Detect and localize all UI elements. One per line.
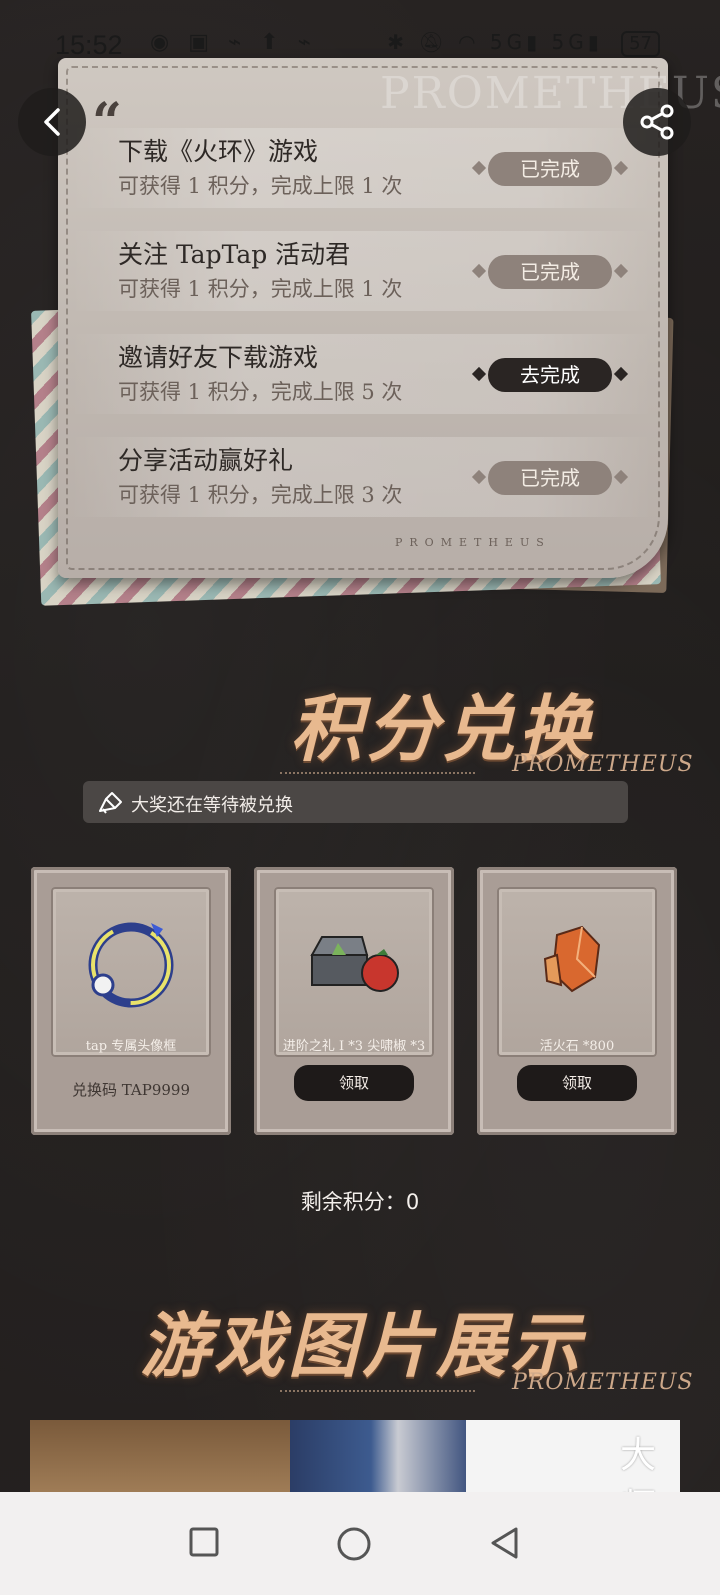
reward-frame: tap 专属头像框 — [51, 887, 211, 1057]
signal-icon: ▮ — [526, 30, 542, 54]
navigation-bar — [0, 1492, 720, 1595]
gallery-image[interactable] — [30, 1420, 290, 1494]
status-notification-icons: ◉ ▣ ⌁ ⬆ ⌁ — [150, 30, 317, 55]
task-row-download: 下载《火环》游戏 可获得 1 积分，完成上限 1 次 已完成 — [70, 128, 652, 208]
wifi-icon: ◠ — [458, 30, 480, 54]
signal-icon-2: ▮ — [587, 30, 603, 54]
home-icon[interactable] — [336, 1526, 372, 1562]
reward-card-avatar-frame: tap 专属头像框 兑换码 TAP9999 — [31, 867, 231, 1135]
reward-frame: 进阶之礼 I *3 尖啸椒 *3 — [274, 887, 434, 1057]
points-value: 0 — [405, 1190, 420, 1214]
task-title: 邀请好友下载游戏 — [118, 343, 319, 372]
task-status-label: 去完成 — [520, 363, 580, 387]
gallery-image[interactable] — [290, 1420, 470, 1494]
task-status-label: 已完成 — [520, 260, 580, 284]
bluetooth-icon: ✱ — [387, 30, 408, 54]
claim-button[interactable]: 领取 — [294, 1065, 414, 1101]
battery-icon: 57 — [621, 31, 660, 57]
back-triangle-icon[interactable] — [488, 1526, 522, 1560]
claim-button[interactable]: 领取 — [517, 1065, 637, 1101]
crystal-icon — [543, 925, 601, 993]
image-gallery[interactable]: 大师 — [30, 1420, 680, 1494]
treasure-chest-icon — [310, 936, 399, 992]
task-status-label: 已完成 — [520, 466, 580, 490]
task-desc: 可获得 1 积分，完成上限 5 次 — [118, 380, 403, 404]
share-icon — [640, 104, 674, 140]
back-button[interactable] — [18, 88, 86, 156]
reward-label: 活火石 *800 — [539, 1039, 615, 1054]
task-status-button[interactable]: 已完成 — [471, 152, 629, 186]
network-5g-label-2: 5G — [551, 30, 588, 54]
reward-card-fire-stone: 活火石 *800 领取 — [477, 867, 677, 1135]
reward-card-gift: 进阶之礼 I *3 尖啸椒 *3 领取 — [254, 867, 454, 1135]
points-label: 剩余积分： — [300, 1190, 406, 1214]
task-status-button[interactable]: 已完成 — [471, 461, 629, 495]
recent-apps-icon[interactable] — [188, 1526, 220, 1558]
status-system-icons: ✱ 🔕︎ ◠ 5G▮ 5G▮ 57 — [387, 30, 660, 57]
notice-text: 大奖还在等待被兑换 — [131, 795, 293, 816]
remaining-points: 剩余积分：0 — [0, 1186, 720, 1216]
task-row-share: 分享活动赢好礼 可获得 1 积分，完成上限 3 次 已完成 — [70, 437, 652, 517]
notice-bar: 大奖还在等待被兑换 — [83, 781, 628, 823]
gallery-badge: 大师 — [620, 1435, 657, 1494]
task-desc: 可获得 1 积分，完成上限 1 次 — [118, 174, 403, 198]
task-go-button[interactable]: 去完成 — [471, 358, 629, 392]
task-status-label: 已完成 — [520, 157, 580, 181]
task-title: 关注 TapTap 活动君 — [118, 240, 351, 269]
avatar-frame-icon — [88, 922, 174, 1008]
task-title: 下载《火环》游戏 — [118, 137, 319, 166]
heading-divider — [280, 772, 475, 776]
reward-label: tap 专属头像框 — [85, 1039, 177, 1054]
megaphone-icon — [99, 792, 122, 814]
reward-frame: 活火石 *800 — [497, 887, 657, 1057]
task-desc: 可获得 1 积分，完成上限 1 次 — [118, 277, 403, 301]
network-5g-label: 5G — [489, 30, 527, 54]
task-desc: 可获得 1 积分，完成上限 3 次 — [118, 483, 403, 507]
task-row-invite: 邀请好友下载游戏 可获得 1 积分，完成上限 5 次 去完成 — [70, 334, 652, 414]
task-status-button[interactable]: 已完成 — [471, 255, 629, 289]
status-time: 15:52 — [55, 30, 123, 60]
task-title: 分享活动赢好礼 — [118, 446, 294, 475]
section-subheading: PROMETHEUS — [512, 752, 694, 777]
section-subheading: PROMETHEUS — [512, 1370, 694, 1395]
heading-divider — [280, 1390, 475, 1394]
card-footer-text: PROMETHEUS — [395, 536, 551, 549]
chevron-left-icon — [44, 108, 60, 136]
redeem-code: 兑换码 TAP9999 — [71, 1081, 191, 1099]
task-row-follow: 关注 TapTap 活动君 可获得 1 积分，完成上限 1 次 已完成 — [70, 231, 652, 311]
mute-icon: 🔕︎ — [418, 30, 448, 54]
share-button[interactable] — [623, 88, 691, 156]
reward-label: 进阶之礼 I *3 尖啸椒 *3 — [282, 1039, 426, 1054]
